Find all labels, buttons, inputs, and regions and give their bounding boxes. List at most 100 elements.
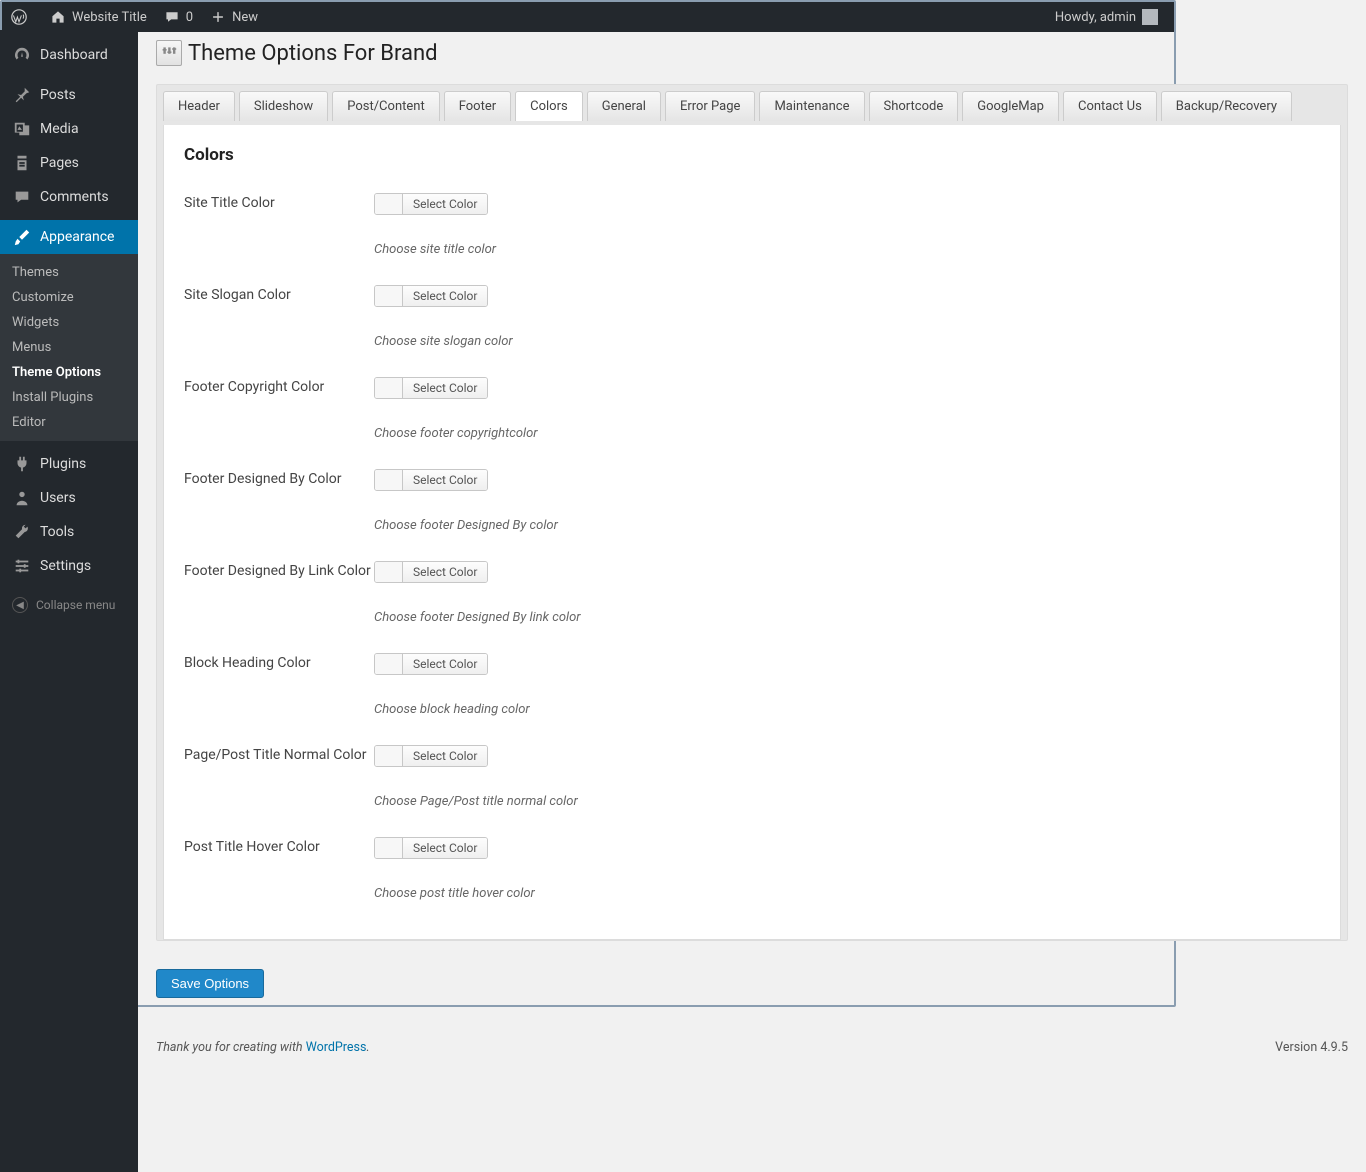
tab-shortcode[interactable]: Shortcode — [869, 91, 959, 121]
tab-slideshow[interactable]: Slideshow — [239, 91, 328, 121]
option-label: Block Heading Color — [184, 653, 374, 671]
option-row: Footer Designed By Color Select Color Choo… — [184, 459, 1320, 551]
option-label: Post Title Hover Color — [184, 837, 374, 855]
sidebar-item-label: Plugins — [40, 456, 86, 472]
color-picker[interactable]: Select Color — [374, 561, 488, 583]
new-link[interactable]: New — [201, 2, 266, 32]
sidebar-item-settings[interactable]: Settings — [0, 549, 138, 583]
tab-content: Colors Site Title Color Select Color Choos… — [163, 125, 1341, 940]
sidebar-item-label: Tools — [40, 524, 74, 540]
dash-icon — [12, 45, 32, 65]
sidebar-item-comments[interactable]: Comments — [0, 180, 138, 214]
sidebar-item-media[interactable]: Media — [0, 112, 138, 146]
sidebar-item-pages[interactable]: Pages — [0, 146, 138, 180]
avatar — [1142, 9, 1158, 25]
tab-post-content[interactable]: Post/Content — [332, 91, 440, 121]
admin-bar: Website Title 0 New Howdy, admin — [2, 2, 1174, 32]
plug-icon — [12, 454, 32, 474]
tab-general[interactable]: General — [587, 91, 661, 121]
howdy-text: Howdy, admin — [1055, 10, 1136, 25]
option-label: Site Title Color — [184, 193, 374, 211]
option-desc: Choose post title hover color — [374, 886, 1320, 901]
select-color-button[interactable]: Select Color — [403, 378, 487, 398]
tab-backup-recovery[interactable]: Backup/Recovery — [1161, 91, 1292, 121]
submenu-item-editor[interactable]: Editor — [0, 410, 138, 435]
page-title: Theme Options For Brand — [156, 40, 1348, 66]
wordpress-link[interactable]: WordPress — [306, 1040, 367, 1055]
submenu-item-widgets[interactable]: Widgets — [0, 310, 138, 335]
brush-icon — [12, 227, 32, 247]
submenu-item-menus[interactable]: Menus — [0, 335, 138, 360]
sidebar-item-label: Comments — [40, 189, 109, 205]
site-title-text: Website Title — [72, 10, 147, 25]
color-picker[interactable]: Select Color — [374, 653, 488, 675]
submenu-item-themes[interactable]: Themes — [0, 260, 138, 285]
select-color-button[interactable]: Select Color — [403, 286, 487, 306]
option-label: Footer Designed By Color — [184, 469, 374, 487]
color-picker[interactable]: Select Color — [374, 193, 488, 215]
option-desc: Choose site slogan color — [374, 334, 1320, 349]
main-content: Theme Options For Brand HeaderSlideshowP… — [138, 30, 1366, 1172]
select-color-button[interactable]: Select Color — [403, 562, 487, 582]
option-label: Site Slogan Color — [184, 285, 374, 303]
plus-icon — [209, 8, 227, 26]
site-title-link[interactable]: Website Title — [41, 2, 155, 32]
option-label: Footer Copyright Color — [184, 377, 374, 395]
tool-icon — [12, 522, 32, 542]
sidebar-item-tools[interactable]: Tools — [0, 515, 138, 549]
tab-googlemap[interactable]: GoogleMap — [962, 91, 1059, 121]
account-link[interactable]: Howdy, admin — [1047, 2, 1166, 32]
collapse-menu[interactable]: ◀ Collapse menu — [0, 587, 138, 623]
sidebar-item-plugins[interactable]: Plugins — [0, 447, 138, 481]
sidebar-item-label: Settings — [40, 558, 91, 574]
color-picker[interactable]: Select Color — [374, 469, 488, 491]
option-row: Block Heading ColorSelect ColorChoose bl… — [184, 643, 1320, 735]
sidebar-item-appearance[interactable]: Appearance — [0, 220, 138, 254]
select-color-button[interactable]: Select Color — [403, 470, 487, 490]
color-swatch — [375, 838, 403, 858]
option-label: Footer Designed By Link Color — [184, 561, 374, 579]
sidebar-item-label: Media — [40, 121, 79, 137]
comments-link[interactable]: 0 — [155, 2, 201, 32]
tab-error-page[interactable]: Error Page — [665, 91, 756, 121]
tab-header[interactable]: Header — [163, 91, 235, 121]
select-color-button[interactable]: Select Color — [403, 838, 487, 858]
option-desc: Choose footer copyrightcolor — [374, 426, 1320, 441]
user-icon — [12, 488, 32, 508]
sidebar-item-dashboard[interactable]: Dashboard — [0, 38, 138, 72]
settings-icon — [12, 556, 32, 576]
section-title: Colors — [184, 145, 1320, 165]
option-desc: Choose site title color — [374, 242, 1320, 257]
color-swatch — [375, 562, 403, 582]
submenu: ThemesCustomizeWidgetsMenusTheme Options… — [0, 254, 138, 441]
comment-icon — [163, 8, 181, 26]
color-picker[interactable]: Select Color — [374, 745, 488, 767]
tab-maintenance[interactable]: Maintenance — [759, 91, 864, 121]
media-icon — [12, 119, 32, 139]
color-picker[interactable]: Select Color — [374, 837, 488, 859]
select-color-button[interactable]: Select Color — [403, 654, 487, 674]
color-swatch — [375, 470, 403, 490]
select-color-button[interactable]: Select Color — [403, 194, 487, 214]
option-desc: Choose footer Designed By color — [374, 518, 1320, 533]
option-row: Page/Post Title Normal Color Select Color… — [184, 735, 1320, 827]
option-row: Site Slogan Color Select Color Choose site… — [184, 275, 1320, 367]
sidebar-item-posts[interactable]: Posts — [0, 78, 138, 112]
submenu-item-theme-options[interactable]: Theme Options — [0, 360, 138, 385]
tab-contact-us[interactable]: Contact Us — [1063, 91, 1157, 121]
select-color-button[interactable]: Select Color — [403, 746, 487, 766]
color-picker[interactable]: Select Color — [374, 285, 488, 307]
color-picker[interactable]: Select Color — [374, 377, 488, 399]
option-row: Site Title Color Select Color Choose site … — [184, 183, 1320, 275]
option-label: Page/Post Title Normal Color — [184, 745, 374, 763]
sidebar-item-label: Users — [40, 490, 76, 506]
tab-footer[interactable]: Footer — [444, 91, 511, 121]
tab-colors[interactable]: Colors — [515, 91, 583, 121]
save-button[interactable]: Save Options — [156, 969, 264, 998]
submenu-item-install-plugins[interactable]: Install Plugins — [0, 385, 138, 410]
options-icon — [156, 40, 182, 66]
submenu-item-customize[interactable]: Customize — [0, 285, 138, 310]
tabs-panel: HeaderSlideshowPost/ContentFooterColorsG… — [156, 84, 1348, 941]
sidebar-item-users[interactable]: Users — [0, 481, 138, 515]
wp-logo[interactable] — [2, 2, 41, 32]
